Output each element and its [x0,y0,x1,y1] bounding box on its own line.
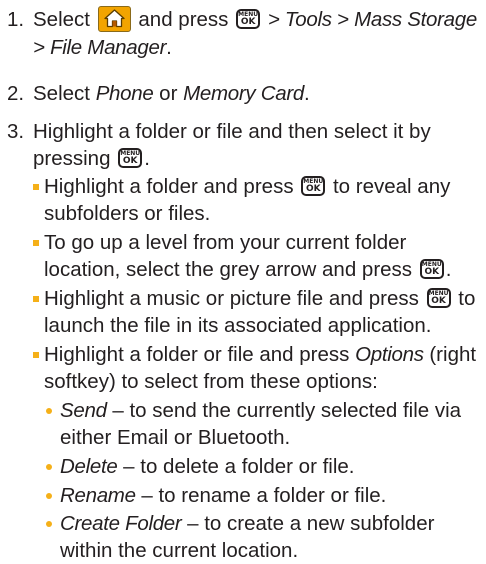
bullet-square [33,296,39,302]
home-key-icon [97,5,131,32]
bullet-dot [46,521,52,527]
menu-ok-key-icon: MENU OK [426,287,451,308]
bullet-dot [46,408,52,414]
step-text: Highlight a folder or file and then sele… [33,120,431,170]
menu-ok-key-icon: MENU OK [419,258,444,279]
bullet-square [33,352,39,358]
menu-ok-key-icon: MENU OK [118,147,143,168]
bullet-square [33,240,39,246]
step-number: 3. [7,120,25,143]
bullet-square [33,184,39,190]
step-text: Select and press MENU OK > Tools > Mass S… [33,5,478,61]
bullet-dot [46,464,52,470]
menu-ok-key-icon: MENU OK [301,175,326,196]
step-number: 2. [7,82,25,105]
step-text: Select Phone or Memory Card. [33,82,310,105]
step-number: 1. [7,8,25,31]
menu-ok-key-icon: MENU OK [236,8,261,29]
manual-page: 1. Select and press MENU OK > Tools > Mas… [0,0,486,562]
bullet-dot [46,493,52,499]
